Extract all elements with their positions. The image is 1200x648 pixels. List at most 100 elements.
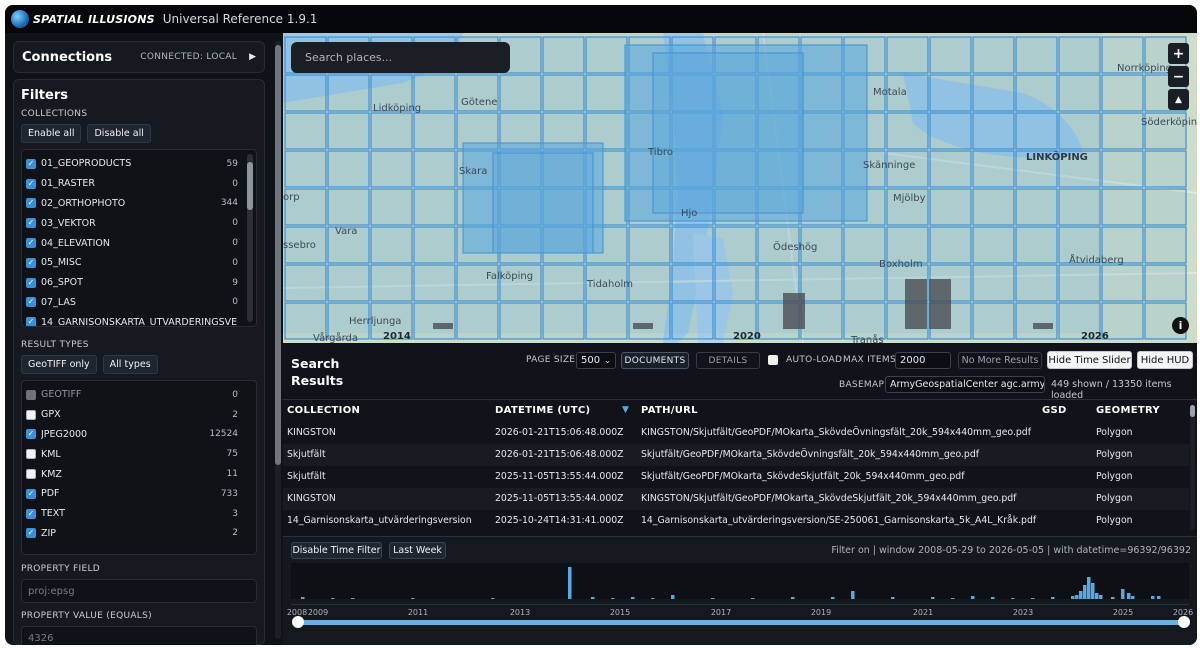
- zoom-out-button[interactable]: −: [1168, 66, 1189, 87]
- table-row[interactable]: Skjutfält 2025-11-05T13:55:44.000Z Skjutfä…: [283, 466, 1189, 488]
- left-panel-scrollbar-thumb[interactable]: [275, 45, 281, 465]
- collection-item[interactable]: ✓ 01_RASTER 0: [22, 174, 256, 194]
- property-field-input[interactable]: proj:epsg: [21, 579, 257, 603]
- collection-item[interactable]: ✓ 01_GEOPRODUCTS 59: [22, 154, 256, 174]
- place-label: Boxholm: [879, 259, 923, 270]
- no-more-results-button[interactable]: No More Results: [958, 352, 1042, 369]
- enable-all-button[interactable]: Enable all: [21, 124, 82, 143]
- map-view[interactable]: Norrköping Söderköping Motala LINKÖPING …: [283, 33, 1197, 343]
- expand-arrow-icon[interactable]: ▶: [249, 52, 256, 62]
- collections-scrollbar-thumb[interactable]: [247, 162, 253, 210]
- basemap-select[interactable]: ArmyGeospatialCenter agc.army.mi: [885, 376, 1045, 393]
- info-icon[interactable]: i: [1172, 317, 1189, 334]
- collection-item[interactable]: ✓ 04_ELEVATION 0: [22, 233, 256, 253]
- results-scrollbar-thumb[interactable]: [1190, 405, 1195, 417]
- collection-checkbox[interactable]: ✓: [26, 317, 36, 326]
- result-type-checkbox[interactable]: ✓: [26, 429, 36, 440]
- collection-checkbox[interactable]: ✓: [26, 238, 36, 249]
- last-week-button[interactable]: Last Week: [389, 542, 446, 559]
- table-row[interactable]: Skjutfält 2026-01-21T15:06:48.000Z Skjutfä…: [283, 444, 1189, 466]
- result-type-item[interactable]: ✓ PDF 733: [22, 484, 256, 504]
- result-type-item[interactable]: ✓ TEXT 3: [22, 504, 256, 524]
- disable-time-filter-button[interactable]: Disable Time Filter: [291, 542, 382, 559]
- coverage-tile[interactable]: [1144, 264, 1187, 302]
- result-type-checkbox[interactable]: [26, 449, 36, 460]
- documents-tab[interactable]: DOCUMENTS: [621, 352, 689, 369]
- place-label: Skänninge: [863, 160, 915, 171]
- collection-item[interactable]: ✓ 02_ORTHOPHOTO 344: [22, 194, 256, 214]
- coverage-tile[interactable]: [1144, 188, 1187, 226]
- result-type-checkbox[interactable]: [26, 409, 36, 420]
- collection-checkbox[interactable]: ✓: [26, 218, 36, 229]
- result-type-checkbox[interactable]: [26, 469, 36, 480]
- table-row[interactable]: KINGSTON 2025-11-05T13:55:44.000Z KINGSTON…: [283, 488, 1189, 510]
- result-type-checkbox[interactable]: ✓: [26, 528, 36, 539]
- property-value-input[interactable]: 4326: [21, 626, 257, 645]
- result-type-item[interactable]: ✓ ZIP 2: [22, 524, 256, 544]
- sort-desc-icon[interactable]: ▼: [622, 405, 629, 415]
- collections-scrollbar[interactable]: [247, 154, 253, 322]
- collection-checkbox[interactable]: ✓: [26, 297, 36, 308]
- coverage-tile[interactable]: [1144, 150, 1187, 188]
- auto-load-checkbox[interactable]: [768, 355, 778, 365]
- time-range-start-handle[interactable]: [292, 616, 304, 628]
- result-type-item[interactable]: ✓ JPEG2000 12524: [22, 425, 256, 445]
- column-header-datetime[interactable]: DATETIME (UTC): [495, 405, 590, 416]
- collection-item[interactable]: ✓ 06_SPOT 9: [22, 273, 256, 293]
- table-row[interactable]: 14_Garnisonskarta_utvärderingsversion 202…: [283, 510, 1189, 532]
- overlay-year-label: 2020: [733, 331, 761, 342]
- collections-list[interactable]: ✓ 01_GEOPRODUCTS 59 ✓ 01_RASTER 0 ✓ 02_ORTHOPHO…: [21, 149, 257, 327]
- result-type-checkbox[interactable]: ✓: [26, 508, 36, 519]
- map-canvas[interactable]: Norrköping Söderköping Motala LINKÖPING …: [283, 33, 1197, 343]
- collection-item[interactable]: ✓ 07_LAS 0: [22, 293, 256, 313]
- result-type-checkbox[interactable]: ✓: [26, 488, 36, 499]
- column-header-geometry[interactable]: GEOMETRY: [1096, 405, 1160, 416]
- column-header-path[interactable]: PATH/URL: [641, 405, 698, 416]
- details-tab[interactable]: DETAILS: [696, 352, 760, 369]
- collection-checkbox[interactable]: ✓: [26, 198, 36, 209]
- hide-hud-button[interactable]: Hide HUD: [1137, 351, 1193, 369]
- collection-checkbox[interactable]: ✓: [26, 158, 36, 169]
- place-label: Norrköping: [1117, 63, 1172, 74]
- result-type-checkbox[interactable]: [26, 389, 36, 400]
- time-range-track[interactable]: [297, 620, 1183, 625]
- coverage-tile[interactable]: [1144, 226, 1187, 264]
- collection-checkbox[interactable]: ✓: [26, 277, 36, 288]
- coverage-tile[interactable]: [1101, 188, 1144, 226]
- result-type-item[interactable]: KML 75: [22, 444, 256, 464]
- results-scrollbar[interactable]: [1190, 405, 1195, 530]
- coverage-tile[interactable]: [1101, 74, 1144, 112]
- collection-item[interactable]: ✓ 03_VEKTOR 0: [22, 213, 256, 233]
- left-panel-scrollbar[interactable]: [275, 41, 281, 639]
- table-row[interactable]: KINGSTON 2026-01-21T15:06:48.000Z KINGSTON…: [283, 422, 1189, 444]
- result-type-item[interactable]: KMZ 11: [22, 464, 256, 484]
- place-label: Tibro: [647, 147, 673, 158]
- disable-all-button[interactable]: Disable all: [87, 124, 151, 143]
- collection-checkbox[interactable]: ✓: [26, 178, 36, 189]
- search-places-input[interactable]: Search places...: [291, 42, 510, 73]
- result-type-item[interactable]: GPX 2: [22, 405, 256, 425]
- table-cell: Polygon: [1096, 449, 1133, 460]
- time-range-end-handle[interactable]: [1178, 616, 1190, 628]
- column-header-collection[interactable]: COLLECTION: [287, 405, 360, 416]
- result-type-item[interactable]: GEOTIFF 0: [22, 385, 256, 405]
- overlay-year-label: 2026: [1081, 331, 1109, 342]
- collection-item[interactable]: ✓ 14_GARNISONSKARTA_UTVÄRDERINGSVERSI: [22, 312, 256, 326]
- zoom-in-button[interactable]: +: [1168, 43, 1189, 64]
- coverage-tile[interactable]: [1101, 150, 1144, 188]
- result-type-count: 733: [220, 488, 238, 499]
- hide-time-slider-button[interactable]: Hide Time Slider: [1047, 351, 1132, 369]
- result-types-list[interactable]: GEOTIFF 0 GPX 2 ✓ JPEG2000 12524 KML 75 KMZ 11 ✓ PDF…: [21, 380, 257, 555]
- time-histogram[interactable]: [291, 563, 1189, 599]
- all-types-button[interactable]: All types: [102, 355, 158, 374]
- column-header-gsd[interactable]: GSD: [1042, 405, 1067, 416]
- collection-item[interactable]: ✓ 05_MISC 0: [22, 253, 256, 273]
- page-size-select[interactable]: 500 ⌄: [576, 352, 616, 369]
- max-items-input[interactable]: 2000: [895, 352, 951, 369]
- compass-icon[interactable]: ▲: [1168, 89, 1189, 110]
- collection-checkbox[interactable]: ✓: [26, 257, 36, 268]
- connections-panel[interactable]: Connections CONNECTED: LOCAL ▶: [13, 41, 265, 73]
- geotiff-only-button[interactable]: GeoTIFF only: [21, 355, 97, 374]
- coverage-tile[interactable]: [1101, 264, 1144, 302]
- coverage-tile[interactable]: [1101, 112, 1144, 150]
